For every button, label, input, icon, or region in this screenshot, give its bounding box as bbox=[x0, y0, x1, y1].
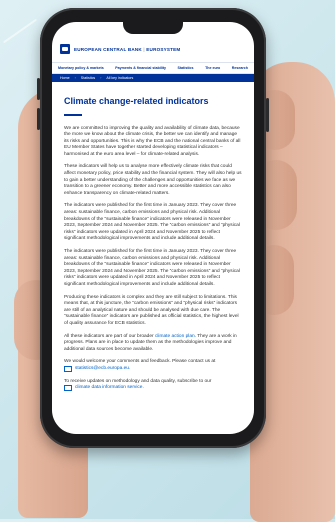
paragraph: Producing these indicators is complex an… bbox=[64, 294, 239, 326]
subscribe-row: climate data information service. bbox=[64, 385, 242, 392]
updates-text: To receive updates on methodology and da… bbox=[64, 378, 212, 384]
main-nav: Monetary policy & markets Payments & fin… bbox=[52, 62, 254, 74]
bank-name-text: EUROPEAN CENTRAL BANK bbox=[74, 46, 142, 52]
nav-item-payments[interactable]: Payments & financial stability bbox=[115, 66, 166, 70]
paragraph-updates: To receive updates on methodology and da… bbox=[64, 379, 242, 392]
mail-icon bbox=[64, 366, 72, 373]
chevron-right-icon: › bbox=[100, 76, 102, 80]
chevron-right-icon: › bbox=[74, 76, 76, 80]
page-title: Climate change-related indicators bbox=[64, 96, 209, 106]
nav-item-euro[interactable]: The euro bbox=[205, 66, 220, 70]
nav-item-monetary-policy[interactable]: Monetary policy & markets bbox=[58, 66, 104, 70]
volume-button bbox=[37, 108, 40, 130]
email-link[interactable]: statistics@ecb.europa.eu. bbox=[75, 366, 130, 373]
climate-data-service-link[interactable]: climate data information service. bbox=[75, 385, 144, 392]
ecb-logo[interactable]: EUROPEAN CENTRAL BANK | EUROSYSTEM bbox=[60, 44, 246, 54]
breadcrumb-key-indicators[interactable]: All key indicators bbox=[106, 76, 133, 80]
nav-item-statistics[interactable]: Statistics bbox=[178, 66, 194, 70]
climate-action-plan-link[interactable]: climate action plan bbox=[155, 334, 195, 339]
ecb-logo-icon bbox=[60, 44, 70, 54]
breadcrumb: Home › Statistics › All key indicators bbox=[52, 74, 254, 82]
main-content: Climate change-related indicators We are… bbox=[52, 82, 254, 392]
title-underline bbox=[64, 114, 82, 116]
power-button bbox=[266, 98, 269, 132]
bank-name: EUROPEAN CENTRAL BANK | EUROSYSTEM bbox=[74, 47, 180, 52]
paragraph: The indicators were published for the fi… bbox=[64, 203, 240, 242]
background-stripe bbox=[3, 18, 37, 44]
paragraph: The indicators were published for the fi… bbox=[64, 249, 240, 287]
feedback-text: We would welcome your comments and feedb… bbox=[64, 359, 216, 365]
phone-notch bbox=[123, 22, 183, 34]
contact-row: statistics@ecb.europa.eu. bbox=[64, 366, 242, 373]
plan-text-pre: All these indicators are part of our bro… bbox=[64, 333, 155, 339]
breadcrumb-statistics[interactable]: Statistics bbox=[81, 76, 95, 80]
breadcrumb-home[interactable]: Home bbox=[60, 76, 70, 80]
paragraph: These indicators will help us to analyse… bbox=[64, 164, 242, 196]
phone-screen: EUROPEAN CENTRAL BANK | EUROSYSTEM Monet… bbox=[52, 22, 254, 434]
phone-device: EUROPEAN CENTRAL BANK | EUROSYSTEM Monet… bbox=[37, 8, 269, 448]
nav-item-research[interactable]: Research bbox=[232, 66, 248, 70]
paragraph-feedback: We would welcome your comments and feedb… bbox=[64, 359, 242, 373]
name-separator: | bbox=[143, 46, 145, 52]
eurosystem-text: EUROSYSTEM bbox=[146, 46, 181, 52]
paragraph-action-plan: All these indicators are part of our bro… bbox=[64, 334, 242, 354]
volume-button bbox=[37, 78, 40, 100]
paragraph: We are committed to improving the qualit… bbox=[64, 125, 241, 157]
mail-icon bbox=[64, 385, 72, 392]
